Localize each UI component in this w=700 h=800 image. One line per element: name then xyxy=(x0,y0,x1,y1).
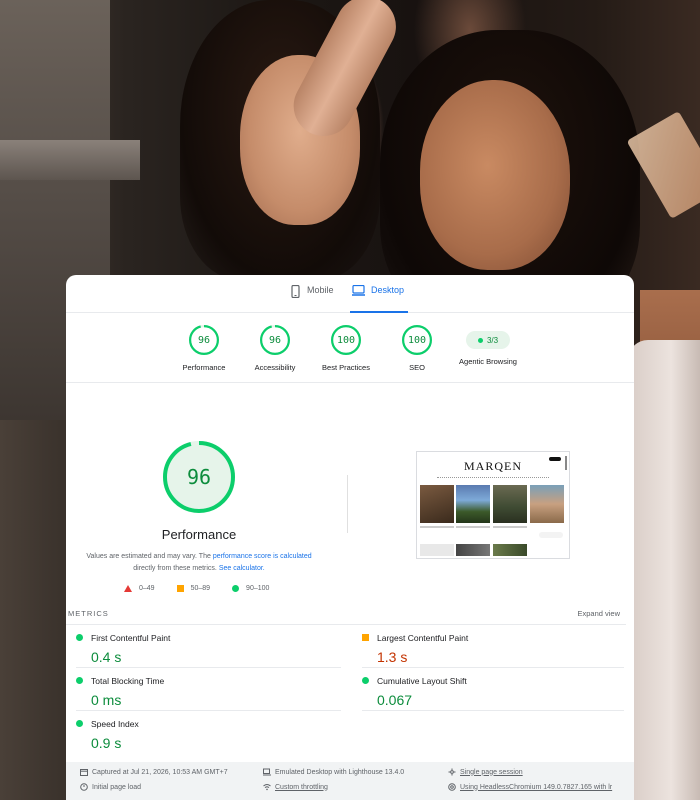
footer-captured: Captured at Jul 21, 2026, 10:53 AM GMT+7 xyxy=(80,768,228,776)
report-footer: Captured at Jul 21, 2026, 10:53 AM GMT+7… xyxy=(66,762,634,800)
average-square-icon xyxy=(362,634,369,641)
performance-score-link[interactable]: performance score is calculated xyxy=(213,553,312,560)
legend-range: 50–89 xyxy=(190,585,211,592)
lighthouse-report-card: Mobile Desktop 96 Performance 96 Accessi… xyxy=(66,275,634,800)
tab-desktop-label: Desktop xyxy=(371,285,405,295)
vertical-separator xyxy=(347,475,348,533)
mobile-icon xyxy=(291,285,300,298)
metric-largest-contentful-paint: Largest Contentful Paint 1.3 s xyxy=(362,630,602,672)
pass-circle-icon xyxy=(76,634,83,641)
legend-average: 50–89 xyxy=(176,585,211,592)
chrome-icon xyxy=(448,783,456,791)
screenshot-chip xyxy=(539,532,563,538)
footer-text: Emulated Desktop with Lighthouse 13.4.0 xyxy=(275,768,405,776)
pass-dot-icon xyxy=(477,337,483,343)
score-legend: 0–49 50–89 90–100 xyxy=(124,585,269,592)
gauge-score: 96 xyxy=(268,334,282,346)
screenshot-photo xyxy=(493,485,527,523)
wifi-icon xyxy=(263,784,271,791)
note-text: directly from these metrics. xyxy=(133,565,219,572)
pass-circle-icon xyxy=(362,677,369,684)
metric-first-contentful-paint: First Contentful Paint 0.4 s xyxy=(76,630,316,672)
note-text: Values are estimated and may vary. The xyxy=(86,553,213,560)
metric-name: Cumulative Layout Shift xyxy=(377,676,467,686)
gauge-score: 100 xyxy=(407,334,427,346)
footer-page-load: Initial page load xyxy=(80,783,141,791)
screenshot-photo xyxy=(493,544,527,556)
stone-ledge xyxy=(0,140,140,180)
session-icon xyxy=(448,768,456,776)
legend-pass: 90–100 xyxy=(232,585,269,592)
metric-value: 1.3 s xyxy=(377,649,408,665)
performance-note: Values are estimated and may vary. The p… xyxy=(86,551,312,575)
metric-total-blocking-time: Total Blocking Time 0 ms xyxy=(76,673,316,715)
metric-speed-index: Speed Index 0.9 s xyxy=(76,716,316,758)
final-screenshot[interactable]: MARQEN xyxy=(416,451,570,559)
screenshot-button xyxy=(549,457,561,461)
performance-score: 96 xyxy=(186,465,212,489)
metric-value: 0.9 s xyxy=(91,735,122,751)
legend-fail: 0–49 xyxy=(124,585,155,592)
agentic-score: 3/3 xyxy=(486,335,499,345)
footer-emulated: Emulated Desktop with Lighthouse 13.4.0 xyxy=(263,768,404,776)
legend-range: 0–49 xyxy=(139,585,155,592)
metric-name: Total Blocking Time xyxy=(91,676,165,686)
footer-throttling-link[interactable]: Custom throttling xyxy=(275,784,328,791)
tab-desktop[interactable]: Desktop xyxy=(349,285,409,313)
person-right-face xyxy=(420,80,570,270)
metric-value: 0.067 xyxy=(377,692,413,708)
gauge-score: 100 xyxy=(336,334,356,346)
tab-mobile[interactable]: Mobile xyxy=(290,285,334,313)
see-calculator-link[interactable]: See calculator. xyxy=(219,565,265,572)
divider xyxy=(66,624,626,625)
timer-icon xyxy=(80,783,88,791)
agentic-pill: 3/3 xyxy=(466,331,510,349)
average-square-icon xyxy=(176,585,184,592)
gauge-agentic-browsing[interactable]: 3/3 Agentic Browsing xyxy=(443,325,533,366)
tab-mobile-label: Mobile xyxy=(307,285,334,295)
metrics-header: METRICS xyxy=(68,609,109,618)
fail-triangle-icon xyxy=(124,585,132,592)
pass-circle-icon xyxy=(232,585,240,592)
metric-value: 0 ms xyxy=(91,692,122,708)
category-gauges: 96 Performance 96 Accessibility 100 Best… xyxy=(66,325,634,381)
footer-text: Captured at Jul 21, 2026, 10:53 AM GMT+7 xyxy=(92,768,228,776)
calendar-icon xyxy=(80,769,88,776)
footer-session-link[interactable]: Single page session xyxy=(460,769,523,776)
footer-browser: Using HeadlessChromium 149.0.7827.165 wi… xyxy=(448,783,612,791)
top-strap xyxy=(628,340,700,800)
footer-throttling: Custom throttling xyxy=(263,783,328,791)
screenshot-photo xyxy=(456,485,490,523)
metric-value: 0.4 s xyxy=(91,649,122,665)
screenshot-photo xyxy=(456,544,490,556)
gauge-label: Agentic Browsing xyxy=(459,357,517,366)
desktop-icon xyxy=(352,285,365,296)
devices-icon xyxy=(263,768,271,776)
metric-name: First Contentful Paint xyxy=(91,633,171,643)
expand-view-button[interactable]: Expand view xyxy=(577,609,620,618)
screenshot-nav xyxy=(437,477,549,479)
footer-text: Initial page load xyxy=(92,783,142,791)
metric-cumulative-layout-shift: Cumulative Layout Shift 0.067 xyxy=(362,673,602,715)
performance-title: Performance xyxy=(161,527,237,542)
performance-gauge: 96 xyxy=(163,441,235,513)
screenshot-photo xyxy=(420,544,454,556)
footer-browser-link[interactable]: Using HeadlessChromium 149.0.7827.165 wi… xyxy=(460,784,612,791)
pass-circle-icon xyxy=(76,677,83,684)
footer-session: Single page session xyxy=(448,768,523,776)
screenshot-scrollbar xyxy=(565,456,567,470)
metric-name: Largest Contentful Paint xyxy=(377,633,469,643)
divider xyxy=(66,382,634,383)
pass-circle-icon xyxy=(76,720,83,727)
legend-range: 90–100 xyxy=(246,585,270,592)
metric-name: Speed Index xyxy=(91,719,139,729)
screenshot-logo: MARQEN xyxy=(463,459,522,473)
screenshot-photo xyxy=(420,485,454,523)
device-tabs: Mobile Desktop xyxy=(66,275,634,313)
gauge-score: 96 xyxy=(197,334,211,346)
screenshot-photo xyxy=(530,485,564,523)
